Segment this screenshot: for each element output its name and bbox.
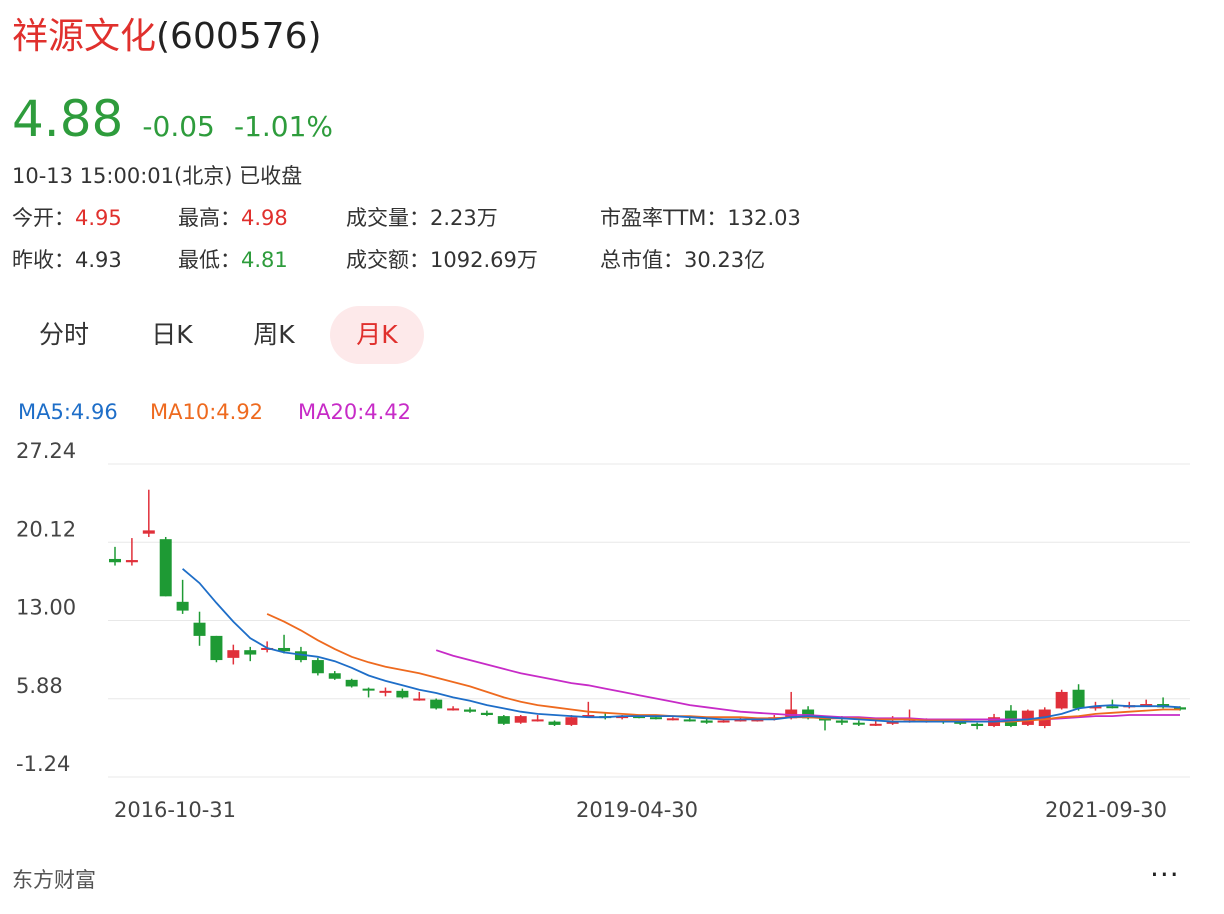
stat-low-value: 4.81: [241, 248, 288, 272]
candle-body: [717, 720, 730, 723]
stat-amount: 成交额：1092.69万: [346, 244, 538, 274]
stat-prev-close-value: 4.93: [75, 248, 122, 272]
x-axis-date-label: 2021-09-30: [1045, 798, 1167, 822]
y-tick-label: 20.12: [16, 517, 76, 541]
candle-body: [345, 679, 358, 687]
candle-body: [666, 718, 679, 721]
stat-prev-close: 昨收：4.93: [12, 244, 122, 274]
stat-high-value: 4.98: [241, 206, 288, 230]
candle-body: [1072, 689, 1085, 709]
candle-body: [649, 717, 662, 720]
candle-body: [176, 601, 189, 611]
candle-body: [565, 717, 578, 725]
stat-open: 今开：4.95: [12, 202, 122, 232]
stat-pe: 市盈率TTM：132.03: [600, 202, 801, 232]
stat-mktcap-value: 30.23亿: [684, 248, 766, 272]
candle-body: [852, 722, 865, 725]
stat-mktcap: 总市值：30.23亿: [600, 244, 765, 274]
stock-code: (600576): [156, 16, 322, 57]
stat-amount-value: 1092.69万: [430, 248, 538, 272]
candle-body: [193, 622, 206, 636]
candle-body: [413, 698, 426, 701]
candle-body: [1021, 710, 1034, 725]
stat-volume-label: 成交量：: [346, 206, 430, 230]
candle-body: [971, 723, 984, 727]
stat-low: 最低：4.81: [178, 244, 288, 274]
stat-volume: 成交量：2.23万: [346, 202, 498, 232]
candle-body: [125, 560, 138, 563]
y-tick-label: 5.88: [16, 674, 63, 698]
y-tick-label: -1.24: [16, 752, 70, 776]
candle-body: [447, 708, 460, 711]
tab-daily-k[interactable]: 日K: [130, 306, 214, 364]
candle-body: [210, 635, 223, 661]
x-axis-date-label: 2016-10-31: [114, 798, 236, 822]
stat-high: 最高：4.98: [178, 202, 288, 232]
market-status-time: 10-13 15:00:01(北京) 已收盘: [12, 164, 303, 188]
more-options-icon[interactable]: ···: [1150, 858, 1180, 891]
candle-body: [464, 709, 476, 712]
stat-prev-close-label: 昨收：: [12, 248, 75, 272]
data-source-label: 东方财富: [12, 868, 96, 892]
price-change-pct: -1.01%: [233, 110, 334, 143]
y-tick-label: 27.24: [16, 440, 76, 463]
candle-body: [142, 530, 155, 534]
candle-body: [227, 650, 240, 658]
candle-body: [328, 673, 341, 679]
x-axis-date-label: 2019-04-30: [576, 798, 698, 822]
candle-body: [514, 716, 527, 723]
stat-volume-value: 2.23万: [430, 206, 498, 230]
ma10-legend: MA10:4.92: [150, 400, 264, 424]
candle-body: [835, 720, 848, 723]
ma10-line: [266, 613, 1180, 723]
current-price: 4.88: [12, 90, 124, 148]
tab-weekly-k[interactable]: 周K: [228, 306, 320, 364]
quote-row: 4.88 -0.05 -1.01%: [12, 88, 333, 150]
candle-body: [869, 723, 882, 726]
tab-intraday[interactable]: 分时: [12, 306, 116, 364]
candle-body: [379, 690, 392, 693]
stock-name: 祥源文化: [12, 16, 157, 57]
stat-low-label: 最低：: [178, 248, 241, 272]
stat-high-label: 最高：: [178, 206, 241, 230]
candle-body: [311, 660, 324, 674]
monthly-k-chart[interactable]: 27.24 20.12 13.00 5.88 -1.24 2016-10-31 2019-0…: [0, 440, 1224, 830]
candle-body: [109, 558, 121, 563]
tab-monthly-k[interactable]: 月K: [330, 306, 424, 364]
candle-body: [531, 719, 544, 722]
ma5-legend: MA5:4.96: [18, 400, 118, 424]
stat-mktcap-label: 总市值：: [600, 248, 684, 272]
candle-body: [159, 539, 172, 597]
candle-body: [548, 721, 561, 725]
candle-body: [396, 690, 409, 698]
y-tick-label: 13.00: [16, 596, 76, 620]
candle-body: [683, 719, 696, 722]
candle-body: [1055, 691, 1068, 709]
stat-amount-label: 成交额：: [346, 248, 430, 272]
candle-body: [480, 712, 493, 716]
candle-body: [700, 720, 713, 723]
stock-title: 祥源文化(600576): [12, 14, 322, 60]
candle-body: [1004, 710, 1017, 727]
stat-open-value: 4.95: [75, 206, 122, 230]
stat-pe-label: 市盈率TTM：: [600, 206, 728, 230]
price-change: -0.05: [142, 110, 215, 143]
candle-body: [244, 650, 257, 655]
ma20-legend: MA20:4.42: [298, 400, 412, 424]
candle-body: [1106, 706, 1119, 709]
stat-open-label: 今开：: [12, 206, 75, 230]
candle-body: [497, 716, 510, 724]
stat-pe-value: 132.03: [727, 206, 801, 230]
candle-body: [362, 688, 375, 691]
candle-body: [430, 699, 443, 709]
